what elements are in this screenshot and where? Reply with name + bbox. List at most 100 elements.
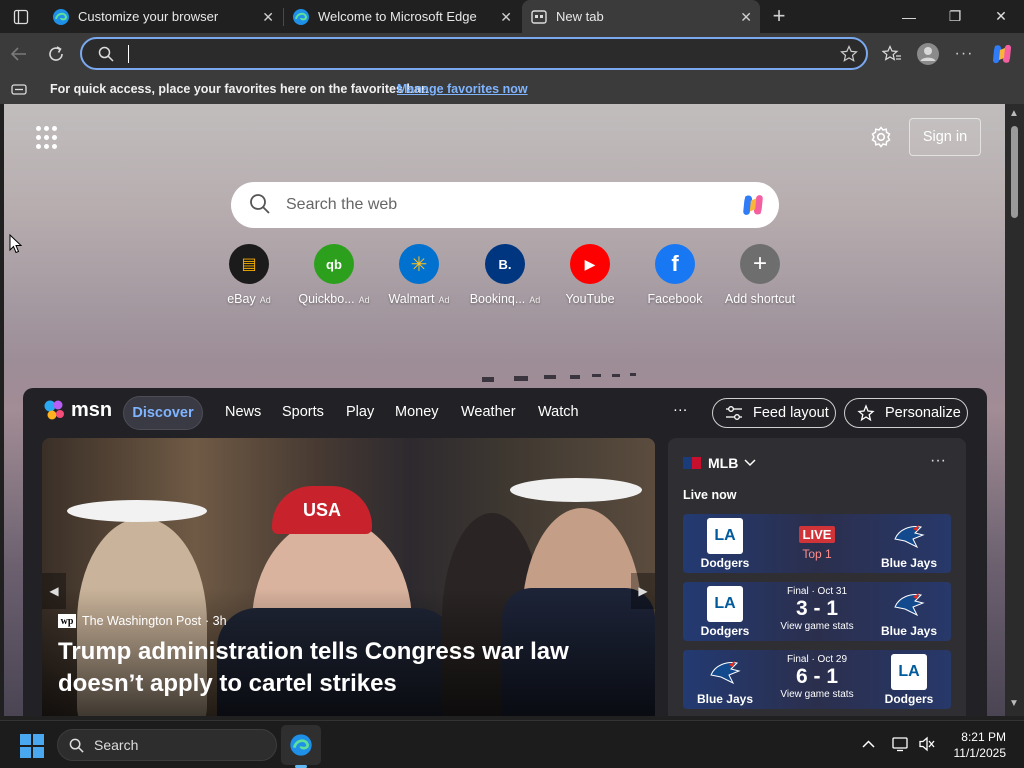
game-score: 6 - 1: [795, 665, 839, 688]
feed-layout-label: Feed layout: [753, 405, 829, 421]
more-options-icon[interactable]: ···: [951, 41, 977, 67]
tab-customize-browser[interactable]: Customize your browser ✕: [44, 0, 282, 33]
nav-weather[interactable]: Weather: [461, 404, 516, 420]
shortcut-youtube[interactable]: ▶ YouTube: [547, 244, 633, 306]
feed-layout-button[interactable]: Feed layout: [712, 398, 836, 428]
view-game-stats-link[interactable]: View game stats: [767, 689, 867, 700]
dodgers-logo-icon: LA: [707, 586, 743, 622]
shortcut-label: eBay: [227, 292, 256, 306]
close-window-button[interactable]: ✕: [978, 0, 1024, 33]
manage-favorites-link[interactable]: Manage favorites now: [397, 82, 528, 96]
hero-image-figure: USA: [272, 486, 372, 534]
nav-news[interactable]: News: [225, 404, 261, 420]
game-status: LIVE Top 1: [767, 526, 867, 561]
carousel-next-icon[interactable]: ▶: [631, 573, 655, 609]
minimize-button[interactable]: —: [886, 0, 932, 33]
back-icon[interactable]: [6, 41, 32, 67]
chevron-down-icon[interactable]: [744, 459, 756, 467]
personalize-label: Personalize: [885, 405, 961, 421]
copilot-icon[interactable]: [739, 192, 767, 218]
network-icon[interactable]: [892, 736, 910, 752]
taskbar-clock[interactable]: 8:21 PM 11/1/2025: [944, 729, 1007, 761]
mlb-scores-card: MLB ··· Live now LA Dodgers LIVE Top 1 B…: [668, 438, 966, 716]
new-tab-button[interactable]: +: [766, 3, 792, 29]
apps-grid-icon[interactable]: [36, 126, 60, 150]
favorites-bar-message: For quick access, place your favorites h…: [50, 82, 429, 96]
game-row[interactable]: LA Dodgers Final · Oct 31 3 - 1 View gam…: [683, 582, 951, 641]
sign-in-button[interactable]: Sign in: [909, 118, 981, 156]
hero-image-figure: [510, 478, 642, 502]
favorite-star-icon[interactable]: [840, 45, 858, 63]
game-row[interactable]: LA Dodgers LIVE Top 1 Blue Jays: [683, 514, 951, 573]
copilot-icon[interactable]: [989, 41, 1015, 67]
tab-welcome-edge[interactable]: Welcome to Microsoft Edge ✕: [284, 0, 520, 33]
add-shortcut-button[interactable]: + Add shortcut: [717, 244, 803, 306]
address-input[interactable]: [126, 44, 826, 64]
ebay-icon: ▤: [229, 244, 269, 284]
scroll-up-icon[interactable]: ▲: [1009, 108, 1019, 119]
tab-actions-icon[interactable]: [8, 4, 34, 30]
sliders-icon: [726, 406, 742, 420]
shortcut-quickbooks[interactable]: qb Quickbo... Ad: [291, 244, 377, 306]
favorites-icon[interactable]: [879, 41, 905, 67]
personalize-button[interactable]: Personalize: [844, 398, 968, 428]
nav-play[interactable]: Play: [346, 404, 374, 420]
nav-money[interactable]: Money: [395, 404, 439, 420]
close-tab-icon[interactable]: ✕: [740, 9, 752, 26]
volume-muted-icon[interactable]: [918, 736, 936, 752]
restore-button[interactable]: ❐: [932, 0, 978, 33]
taskbar-edge-button[interactable]: [281, 725, 321, 765]
hero-story-card[interactable]: USA ◀ ▶ wp The Washington Post · 3h Trum…: [42, 438, 655, 716]
msn-logo[interactable]: msn: [43, 398, 112, 422]
final-date: Final · Oct 31: [786, 586, 848, 597]
dodgers-logo-icon: LA: [891, 654, 927, 690]
refresh-icon[interactable]: [43, 41, 69, 67]
web-search-box[interactable]: Search the web: [231, 182, 779, 228]
tab-title: Customize your browser: [78, 9, 219, 24]
game-status: Final · Oct 31 3 - 1 View game stats: [767, 586, 867, 632]
tab-title: Welcome to Microsoft Edge: [318, 9, 477, 24]
scroll-down-icon[interactable]: ▼: [1009, 698, 1019, 709]
view-game-stats-link[interactable]: View game stats: [767, 621, 867, 632]
live-now-label: Live now: [683, 488, 737, 502]
hero-headline[interactable]: Trump administration tells Congress war …: [58, 636, 648, 700]
chevron-up-icon[interactable]: [862, 740, 875, 748]
address-bar[interactable]: [80, 37, 868, 70]
nav-watch[interactable]: Watch: [538, 404, 579, 420]
shortcut-ebay[interactable]: ▤ eBay Ad: [206, 244, 292, 306]
bluejays-logo-icon: [891, 518, 927, 554]
clock-time: 8:21 PM: [961, 730, 1006, 744]
shortcut-facebook[interactable]: f Facebook: [632, 244, 718, 306]
dodgers-logo-icon: LA: [707, 518, 743, 554]
nav-discover[interactable]: Discover: [123, 396, 203, 430]
start-button[interactable]: [20, 734, 44, 758]
close-tab-icon[interactable]: ✕: [500, 9, 512, 26]
clock-date: 11/1/2025: [953, 746, 1007, 760]
nav-more-icon[interactable]: ···: [673, 402, 688, 418]
mlb-logo-icon: [683, 457, 701, 469]
youtube-icon: ▶: [570, 244, 610, 284]
mlb-more-icon[interactable]: ···: [930, 452, 946, 470]
sparkle-star-icon: [857, 404, 875, 422]
game-row[interactable]: Blue Jays Final · Oct 29 6 - 1 View game…: [683, 650, 951, 709]
carousel-prev-icon[interactable]: ◀: [42, 573, 66, 609]
mouse-cursor-icon: [9, 234, 22, 254]
shortcut-label: Walmart: [388, 292, 435, 306]
shortcut-label: YouTube: [565, 292, 615, 306]
gear-icon[interactable]: [870, 126, 892, 148]
shortcut-booking[interactable]: B. Bookinq... Ad: [462, 244, 548, 306]
search-icon: [250, 194, 270, 214]
away-team: Dodgers: [884, 692, 934, 706]
msn-wordmark: msn: [71, 398, 113, 421]
profile-avatar-icon[interactable]: [915, 41, 941, 67]
mlb-title[interactable]: MLB: [708, 455, 738, 471]
nav-sports[interactable]: Sports: [282, 404, 324, 420]
tab-new-tab[interactable]: New tab ✕: [522, 0, 760, 33]
live-badge: LIVE: [798, 526, 836, 543]
scroll-thumb[interactable]: [1011, 126, 1018, 218]
shortcut-walmart[interactable]: ✳ Walmart Ad: [376, 244, 462, 306]
close-tab-icon[interactable]: ✕: [262, 9, 274, 26]
page-scrollbar[interactable]: ▲ ▼: [1005, 104, 1024, 716]
taskbar-search[interactable]: Search: [57, 729, 277, 761]
tab-title: New tab: [556, 9, 604, 24]
